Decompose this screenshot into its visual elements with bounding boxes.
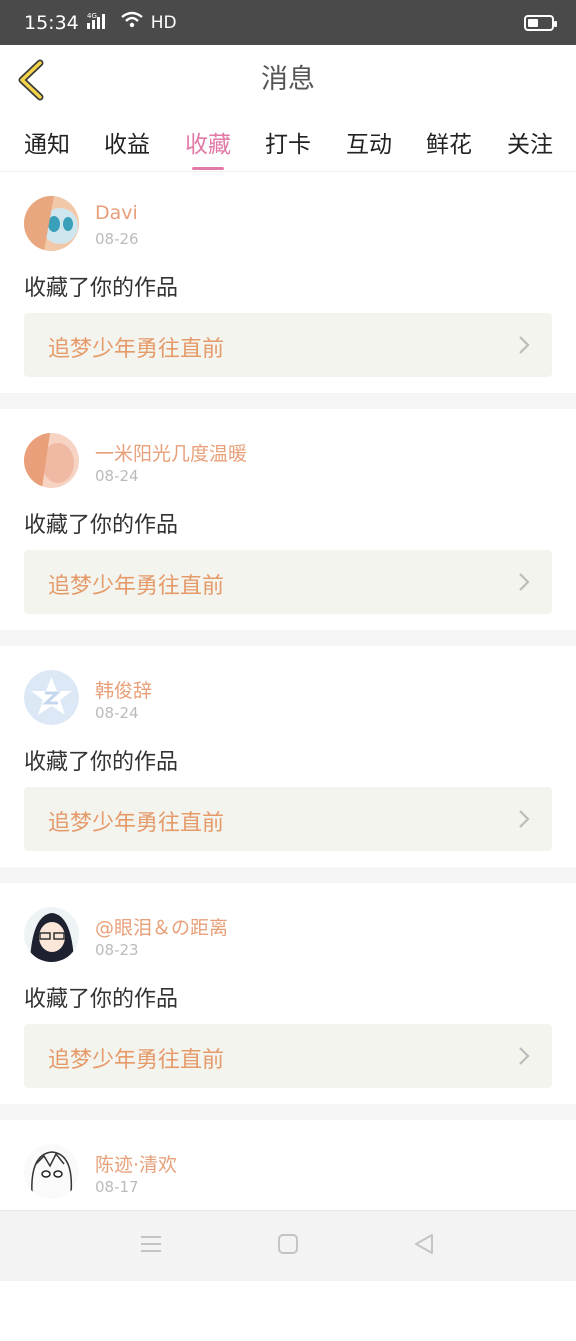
tab-label: 收益 (104, 132, 150, 158)
avatar[interactable] (24, 670, 79, 725)
network-label: 4G (87, 12, 97, 20)
system-nav-bar (0, 1210, 576, 1281)
timestamp: 08-17 (95, 1178, 139, 1196)
timestamp: 08-26 (95, 230, 139, 248)
status-bar: 15:34 4G HD (0, 0, 576, 45)
username[interactable]: 一米阳光几度温暖 (95, 439, 247, 466)
home-square-icon (278, 1234, 298, 1254)
timestamp: 08-24 (95, 704, 139, 722)
action-text: 收藏了你的作品 (24, 750, 179, 775)
action-text: 收藏了你的作品 (24, 987, 179, 1012)
hd-label: HD (150, 12, 177, 33)
header: 消息 (0, 45, 576, 116)
signal-icon: 4G (86, 11, 113, 34)
status-time: 15:34 (24, 11, 79, 34)
page-title: 消息 (261, 64, 315, 95)
work-title: 追梦少年勇往直前 (48, 811, 225, 836)
active-tab-indicator (192, 167, 224, 170)
menu-button[interactable] (140, 1233, 162, 1259)
chevron-right-icon (519, 336, 530, 354)
tab-label: 收藏 (185, 132, 231, 158)
tab-earnings[interactable]: 收益 (104, 115, 150, 171)
message-card: 一米阳光几度温暖 08-24 收藏了你的作品 追梦少年勇往直前 (0, 409, 576, 630)
work-title: 追梦少年勇往直前 (48, 1048, 225, 1073)
chevron-right-icon (519, 573, 530, 591)
timestamp: 08-23 (95, 941, 139, 959)
message-card: Davi 08-26 收藏了你的作品 追梦少年勇往直前 (0, 172, 576, 393)
username[interactable]: 陈迹·清欢 (95, 1150, 177, 1177)
back-nav-button[interactable] (413, 1233, 435, 1259)
tab-label: 互动 (346, 132, 392, 158)
tab-label: 鲜花 (426, 132, 472, 158)
work-link[interactable]: 追梦少年勇往直前 (24, 787, 552, 851)
work-link[interactable]: 追梦少年勇往直前 (24, 1024, 552, 1088)
tab-follows[interactable]: 关注 (507, 115, 553, 171)
message-card: 韩俊辞 08-24 收藏了你的作品 追梦少年勇往直前 (0, 646, 576, 867)
avatar[interactable] (24, 196, 79, 251)
avatar[interactable] (24, 907, 79, 962)
menu-icon (141, 1236, 161, 1252)
work-title: 追梦少年勇往直前 (48, 574, 225, 599)
avatar[interactable] (24, 433, 79, 488)
tab-bar: 通知 收益 收藏 打卡 互动 鲜花 关注 (0, 115, 576, 172)
username[interactable]: @眼泪＆の距离 (95, 913, 228, 940)
chevron-right-icon (519, 810, 530, 828)
battery-icon (524, 14, 557, 31)
work-title: 追梦少年勇往直前 (48, 337, 225, 362)
action-text: 收藏了你的作品 (24, 513, 179, 538)
tab-label: 打卡 (265, 132, 311, 158)
timestamp: 08-24 (95, 467, 139, 485)
work-link[interactable]: 追梦少年勇往直前 (24, 313, 552, 377)
tab-checkin[interactable]: 打卡 (265, 115, 311, 171)
work-link[interactable]: 追梦少年勇往直前 (24, 550, 552, 614)
avatar[interactable] (24, 1144, 79, 1199)
tab-label: 通知 (24, 132, 70, 158)
tab-favorites[interactable]: 收藏 (185, 115, 231, 171)
action-text: 收藏了你的作品 (24, 276, 179, 301)
tab-interactions[interactable]: 互动 (346, 115, 392, 171)
username[interactable]: 韩俊辞 (95, 676, 152, 703)
message-card: @眼泪＆の距离 08-23 收藏了你的作品 追梦少年勇往直前 (0, 883, 576, 1104)
tab-notifications[interactable]: 通知 (24, 115, 70, 171)
tab-label: 关注 (507, 132, 553, 158)
chevron-right-icon (519, 1047, 530, 1065)
wifi-icon (121, 11, 143, 34)
tab-flowers[interactable]: 鲜花 (426, 115, 472, 171)
back-triangle-icon (415, 1234, 433, 1254)
username[interactable]: Davi (95, 202, 138, 224)
home-button[interactable] (277, 1233, 299, 1259)
